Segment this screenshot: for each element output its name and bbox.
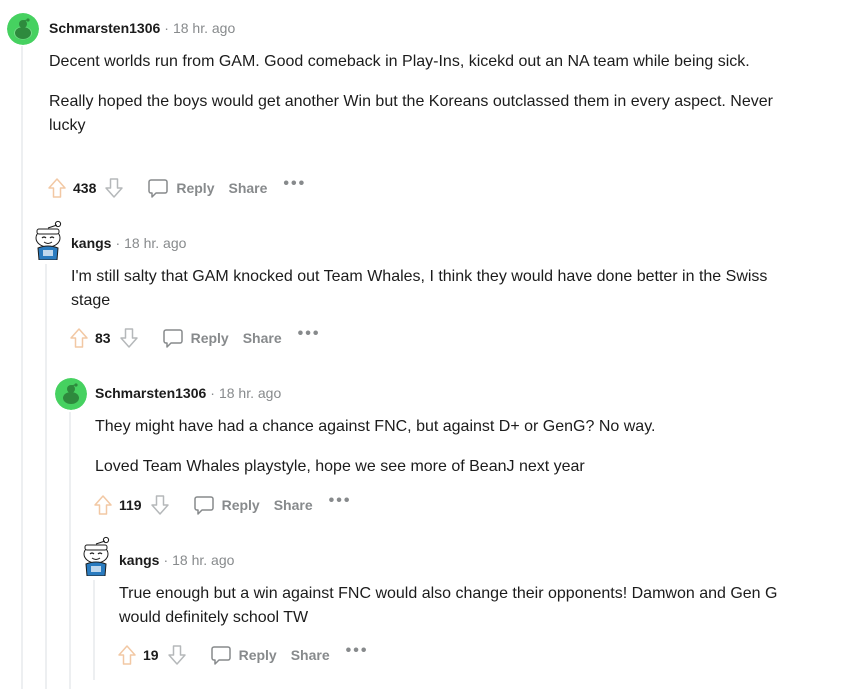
sailor-snoo-avatar-icon <box>83 536 110 576</box>
timestamp[interactable]: 18 hr. ago <box>124 235 186 251</box>
username-link[interactable]: Schmarsten1306 <box>95 385 206 401</box>
meta-separator: · <box>115 235 121 251</box>
avatar[interactable] <box>78 536 114 576</box>
share-button[interactable]: Share <box>228 180 267 196</box>
downvote-arrow-icon[interactable] <box>102 176 126 200</box>
share-button[interactable]: Share <box>291 647 330 663</box>
comment-bubble-icon <box>146 176 170 200</box>
share-button[interactable]: Share <box>243 330 282 346</box>
comment-body: True enough but a win against FNC would … <box>119 582 809 646</box>
username-link[interactable]: Schmarsten1306 <box>49 20 160 36</box>
thread-line-level-2[interactable] <box>45 264 47 689</box>
meta-separator: · <box>163 552 169 568</box>
reply-button[interactable]: Reply <box>161 326 229 350</box>
comment-bubble-icon <box>192 493 216 517</box>
more-options-button[interactable]: ••• <box>346 642 369 660</box>
more-options-button[interactable]: ••• <box>283 175 306 193</box>
comment-paragraph: They might have had a chance against FNC… <box>95 418 656 435</box>
comment-actions: 83 Reply Share ••• <box>67 325 321 350</box>
timestamp[interactable]: 18 hr. ago <box>219 385 281 401</box>
upvote-arrow-icon[interactable] <box>91 493 115 517</box>
upvote-arrow-icon[interactable] <box>115 643 139 667</box>
more-options-button[interactable]: ••• <box>298 325 321 343</box>
username-link[interactable]: kangs <box>119 552 159 568</box>
reply-label: Reply <box>176 180 215 196</box>
comment-body: I'm still salty that GAM knocked out Tea… <box>71 265 791 329</box>
avatar[interactable] <box>30 220 66 260</box>
comment-meta: Schmarsten1306 · 18 hr. ago <box>49 20 235 36</box>
timestamp[interactable]: 18 hr. ago <box>172 552 234 568</box>
vote-score: 19 <box>143 647 159 663</box>
comment-body: They might have had a chance against FNC… <box>95 415 795 495</box>
thread-line-level-4[interactable] <box>93 580 95 680</box>
comment-paragraph: Really hoped the boys would get another … <box>49 93 773 134</box>
comment-actions: 438 Reply Share ••• <box>45 175 306 200</box>
meta-separator: · <box>210 385 215 401</box>
sailor-snoo-avatar-icon <box>35 220 62 260</box>
reply-button[interactable]: Reply <box>146 176 214 200</box>
meta-separator: · <box>164 20 169 36</box>
reply-label: Reply <box>238 647 277 663</box>
reply-label: Reply <box>221 497 260 513</box>
avatar[interactable] <box>55 378 87 410</box>
comment-meta: kangs · 18 hr. ago <box>71 235 186 251</box>
downvote-arrow-icon[interactable] <box>165 643 189 667</box>
comment-actions: 119 Reply Share ••• <box>91 492 352 517</box>
comment-meta: kangs · 18 hr. ago <box>119 552 234 568</box>
comment-body: Decent worlds run from GAM. Good comebac… <box>49 50 789 154</box>
thread-line-level-1[interactable] <box>21 46 23 689</box>
comment-actions: 19 Reply Share ••• <box>115 642 369 667</box>
comment-paragraph: I'm still salty that GAM knocked out Tea… <box>71 268 768 309</box>
avatar[interactable] <box>7 13 39 45</box>
upvote-arrow-icon[interactable] <box>67 326 91 350</box>
thread-line-level-3[interactable] <box>69 412 71 689</box>
more-options-button[interactable]: ••• <box>329 492 352 510</box>
reply-button[interactable]: Reply <box>209 643 277 667</box>
comment-paragraph: True enough but a win against FNC would … <box>119 585 778 626</box>
vote-score: 83 <box>95 330 111 346</box>
timestamp[interactable]: 18 hr. ago <box>173 20 235 36</box>
comment-bubble-icon <box>161 326 185 350</box>
vote-score: 438 <box>73 180 97 196</box>
green-snoo-avatar-icon <box>55 378 87 410</box>
comment-bubble-icon <box>209 643 233 667</box>
reply-button[interactable]: Reply <box>192 493 260 517</box>
reply-label: Reply <box>190 330 229 346</box>
downvote-arrow-icon[interactable] <box>148 493 172 517</box>
green-snoo-avatar-icon <box>7 13 39 45</box>
vote-score: 119 <box>119 497 142 513</box>
comment-paragraph: Decent worlds run from GAM. Good comebac… <box>49 53 750 70</box>
upvote-arrow-icon[interactable] <box>45 176 69 200</box>
comment-meta: Schmarsten1306 · 18 hr. ago <box>95 385 281 401</box>
share-button[interactable]: Share <box>274 497 313 513</box>
downvote-arrow-icon[interactable] <box>117 326 141 350</box>
username-link[interactable]: kangs <box>71 235 111 251</box>
comment-paragraph: Loved Team Whales playstyle, hope we see… <box>95 458 585 475</box>
